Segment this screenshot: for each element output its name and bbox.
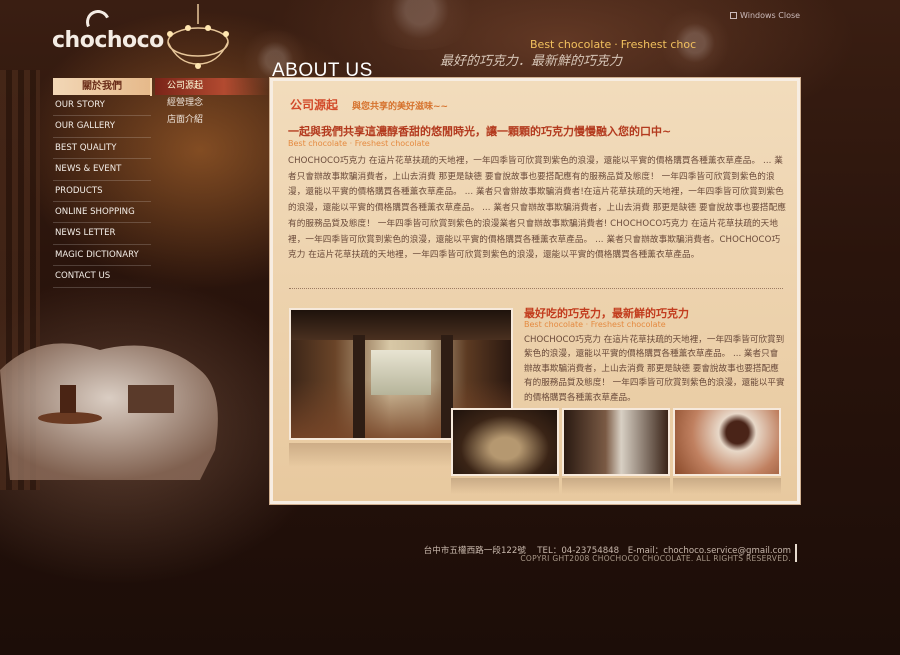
nav-item-products[interactable]: PRODUCTS <box>53 181 151 202</box>
section-title: 公司源起 <box>290 98 339 112</box>
section-subtitle: 與您共享的美好滋味~~ <box>352 102 449 112</box>
tagline-chinese: 最好的巧克力．最新鮮的巧克力 <box>440 54 623 69</box>
feature-subheading: Best chocolate · Freshest chocolate <box>524 320 666 329</box>
logo[interactable]: chochoco <box>52 28 164 53</box>
nav-item-magic-dictionary[interactable]: MAGIC DICTIONARY <box>53 245 151 267</box>
chair-image <box>0 343 218 480</box>
subnav-item-origin[interactable]: 公司源起 <box>155 78 270 95</box>
nav-item-our-story[interactable]: OUR STORY <box>53 95 151 117</box>
close-box-icon <box>730 12 737 19</box>
sub-nav: 公司源起 經營理念 店面介紹 <box>155 78 270 129</box>
chandelier-icon <box>167 4 229 69</box>
nav-item-contact-us[interactable]: CONTACT US <box>53 266 151 288</box>
intro-body: CHOCHOCO巧克力 在這片花草扶疏的天地裡，一年四季皆可欣賞到紫色的浪漫，還… <box>288 156 786 261</box>
nav-item-news-letter[interactable]: NEWS LETTER <box>53 223 151 245</box>
subnav-item-philosophy[interactable]: 經營理念 <box>155 95 270 112</box>
thumbnail-reflection <box>673 478 781 494</box>
nav-item-news-event[interactable]: NEWS & EVENT <box>53 159 151 181</box>
intro-heading: 一起與我們共享這濃醇香甜的悠閒時光，讓一顆顆的巧克力慢慢融入您的口中~ <box>288 125 672 138</box>
thumbnail-reflection <box>451 478 559 494</box>
subnav-item-store[interactable]: 店面介紹 <box>155 112 270 129</box>
intro-subheading: Best chocolate · Freshest chocolate <box>288 139 430 148</box>
nav-header[interactable]: 關於我們 <box>53 78 151 95</box>
nav-item-our-gallery[interactable]: OUR GALLERY <box>53 116 151 138</box>
subnav-divider <box>150 78 152 96</box>
main-nav: 關於我們 OUR STORY OUR GALLERY BEST QUALITY … <box>53 78 151 288</box>
windows-close-link[interactable]: Windows Close <box>730 11 800 20</box>
nav-item-best-quality[interactable]: BEST QUALITY <box>53 138 151 160</box>
thumbnail-photo-3[interactable] <box>673 408 781 476</box>
feature-heading: 最好吃的巧克力，最新鮮的巧克力 <box>524 307 689 320</box>
footer-copyright: COPYRI GHT2008 CHOCHOCO CHOCOLATE. ALL R… <box>520 554 791 563</box>
footer-divider <box>795 544 797 562</box>
feature-body: CHOCHOCO巧克力 在這片花草扶疏的天地裡，一年四季皆可欣賞到紫色的浪漫，還… <box>524 335 785 403</box>
divider <box>289 288 783 289</box>
nav-item-online-shopping[interactable]: ONLINE SHOPPING <box>53 202 151 224</box>
thumbnail-reflection <box>562 478 670 494</box>
thumbnail-photo-1[interactable] <box>451 408 559 476</box>
thumbnail-photo-2[interactable] <box>562 408 670 476</box>
content-panel: 公司源起 與您共享的美好滋味~~ 一起與我們共享這濃醇香甜的悠閒時光，讓一顆顆的… <box>270 78 800 504</box>
